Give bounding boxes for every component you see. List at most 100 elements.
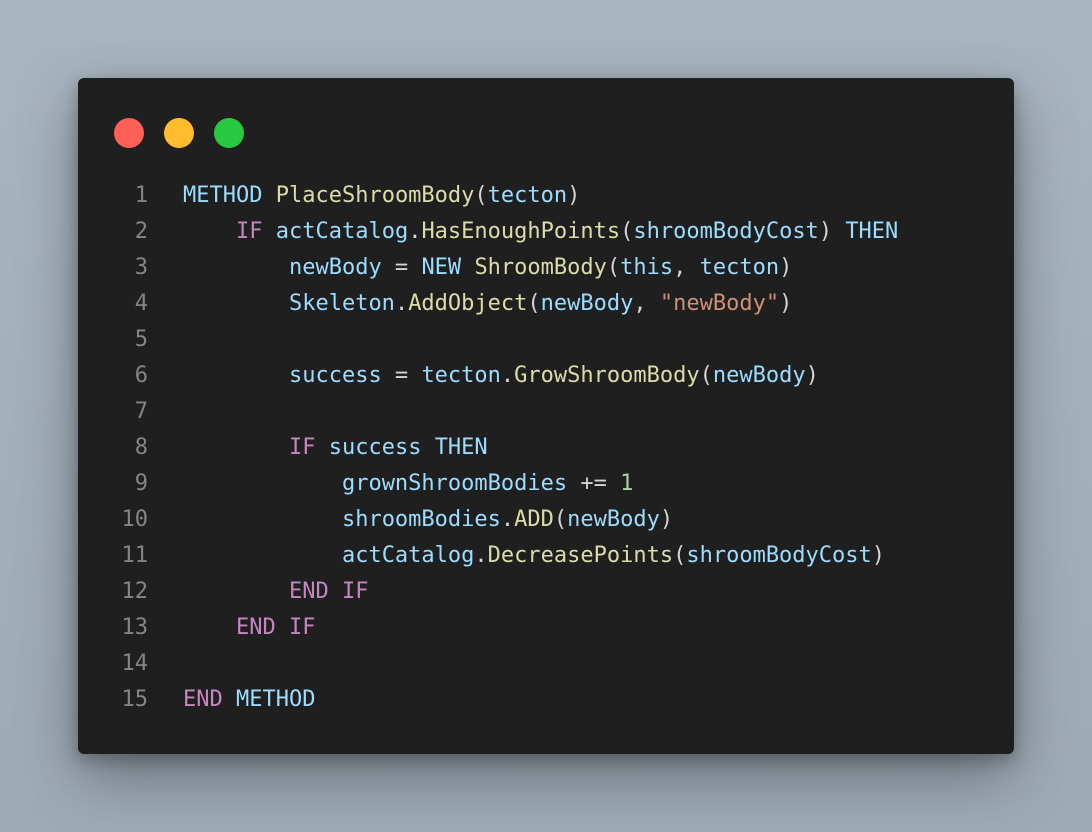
code-token: IF <box>288 435 316 460</box>
code-token: THEN <box>434 435 488 460</box>
code-line: 3 newBody = NEW ShroomBody(this, tecton) <box>78 250 1014 286</box>
code-line: 2 IF actCatalog.HasEnoughPoints(shroomBo… <box>78 214 1014 250</box>
minimize-dot-icon[interactable] <box>164 118 194 148</box>
code-token: shroomBodyCost <box>686 543 872 568</box>
code-token: , <box>673 255 700 280</box>
code-token: IF <box>341 579 369 604</box>
line-source: newBody = NEW ShroomBody(this, tecton) <box>148 250 792 286</box>
line-source: IF actCatalog.HasEnoughPoints(shroomBody… <box>148 214 898 250</box>
code-token: newBody <box>288 255 382 280</box>
line-number: 14 <box>121 651 149 676</box>
code-token: actCatalog <box>341 543 475 568</box>
line-number: 6 <box>134 363 148 388</box>
code-line: 7 <box>78 394 1014 430</box>
code-token: METHOD <box>236 687 316 712</box>
line-source: success = tecton.GrowShroomBody(newBody) <box>148 358 819 394</box>
line-source: END IF <box>148 610 316 646</box>
code-token: Skeleton <box>288 291 395 316</box>
line-source: IF success THEN <box>148 430 488 466</box>
maximize-dot-icon[interactable] <box>214 118 244 148</box>
code-token: DecreasePoints <box>487 543 674 568</box>
code-token: = <box>381 363 422 388</box>
code-token: success <box>288 363 382 388</box>
code-token: tecton <box>699 255 780 280</box>
line-source: shroomBodies.ADD(newBody) <box>148 502 673 538</box>
line-number: 2 <box>134 219 148 244</box>
line-number: 3 <box>134 255 148 280</box>
code-token: HasEnoughPoints <box>421 219 621 244</box>
code-token: . <box>500 363 515 388</box>
code-line: 10 shroomBodies.ADD(newBody) <box>78 502 1014 538</box>
close-dot-icon[interactable] <box>114 118 144 148</box>
code-token: . <box>394 291 409 316</box>
line-source: Skeleton.AddObject(newBody, "newBody") <box>148 286 792 322</box>
code-line: 6 success = tecton.GrowShroomBody(newBod… <box>78 358 1014 394</box>
code-token: 1 <box>620 471 634 496</box>
code-token: shroomBodies <box>341 507 501 532</box>
line-source: END METHOD <box>148 682 315 718</box>
code-token: ( <box>474 183 488 208</box>
code-token: newBody <box>712 363 806 388</box>
code-token: ( <box>620 219 634 244</box>
line-number: 12 <box>121 579 149 604</box>
code-token: NEW <box>421 255 462 280</box>
code-line: 14 <box>78 646 1014 682</box>
code-token: IF <box>288 615 316 640</box>
code-line: 12 END IF <box>78 574 1014 610</box>
line-source: END IF <box>148 574 369 610</box>
code-token: THEN <box>845 219 899 244</box>
code-token: ( <box>606 255 621 280</box>
code-window: 1 METHOD PlaceShroomBody(tecton) 2 IF actC… <box>78 78 1014 754</box>
code-line: 4 Skeleton.AddObject(newBody, "newBody") <box>78 286 1014 322</box>
code-line: 15 END METHOD <box>78 682 1014 718</box>
line-number: 1 <box>134 183 148 208</box>
line-number: 5 <box>134 327 148 352</box>
code-token: AddObject <box>408 291 528 316</box>
line-source <box>148 322 183 358</box>
line-number: 10 <box>121 507 149 532</box>
line-source: METHOD PlaceShroomBody(tecton) <box>148 178 580 214</box>
code-token: ) <box>818 219 846 244</box>
code-token: += <box>567 471 621 496</box>
code-token: ) <box>567 183 581 208</box>
code-token: ( <box>527 291 541 316</box>
code-token: PlaceShroomBody <box>275 183 475 208</box>
code-token: = <box>381 255 422 280</box>
code-line: 11 actCatalog.DecreasePoints(shroomBodyC… <box>78 538 1014 574</box>
code-line: 1 METHOD PlaceShroomBody(tecton) <box>78 178 1014 214</box>
code-line: 8 IF success THEN <box>78 430 1014 466</box>
code-token: ) <box>805 363 819 388</box>
code-token: . <box>474 543 488 568</box>
code-token: ADD <box>514 507 554 532</box>
code-token: shroomBodyCost <box>633 219 819 244</box>
code-token: , <box>633 291 660 316</box>
code-token: END <box>235 615 276 640</box>
code-token: grownShroomBodies <box>341 471 568 496</box>
code-token: "newBody" <box>659 291 780 316</box>
line-source <box>148 646 183 682</box>
code-token: ) <box>871 543 886 568</box>
code-token: END <box>288 579 329 604</box>
code-token: IF <box>235 219 263 244</box>
code-line: 13 END IF <box>78 610 1014 646</box>
code-line: 5 <box>78 322 1014 358</box>
code-token: newBody <box>540 291 634 316</box>
code-token: . <box>408 219 422 244</box>
code-token: END <box>183 687 223 712</box>
code-token: ( <box>673 543 687 568</box>
code-token: ) <box>779 291 793 316</box>
